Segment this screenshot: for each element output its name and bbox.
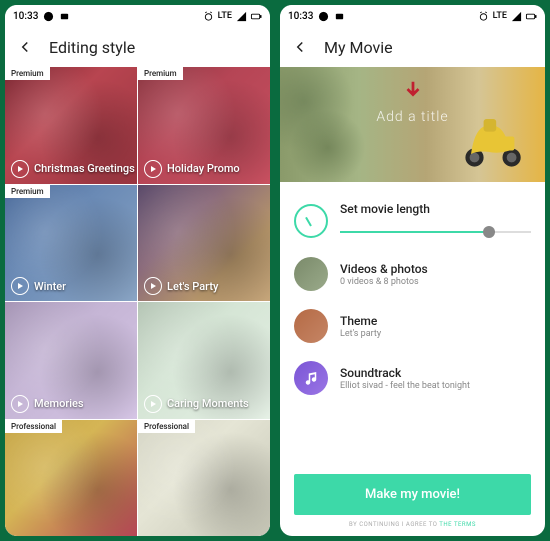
style-tile-winter[interactable]: Premium Winter xyxy=(5,185,137,302)
arrow-down-icon xyxy=(402,79,424,106)
scooter-icon xyxy=(457,99,527,174)
network-label: LTE xyxy=(218,11,232,21)
editing-style-screen: 10:33 LTE Editing style Pre xyxy=(5,5,270,536)
alarm-icon xyxy=(478,10,490,22)
settings-list: Set movie length Videos & photos 0 video… xyxy=(280,182,545,464)
play-icon xyxy=(144,395,162,413)
premium-badge: Premium xyxy=(5,185,50,198)
terms-link[interactable]: THE TERMS xyxy=(439,521,476,528)
chat-icon xyxy=(317,10,329,22)
style-tile-lets-party[interactable]: Let's Party xyxy=(138,185,270,302)
style-tile-professional-2[interactable]: Professional xyxy=(138,420,270,537)
status-bar: 10:33 LTE xyxy=(5,5,270,27)
signal-icon xyxy=(235,10,247,22)
back-button[interactable] xyxy=(290,37,310,57)
play-icon xyxy=(144,160,162,178)
make-movie-button[interactable]: Make my movie! xyxy=(294,474,531,515)
battery-icon xyxy=(250,10,262,22)
style-tile-professional-1[interactable]: Professional xyxy=(5,420,137,537)
movie-length-row[interactable]: Set movie length xyxy=(294,194,531,247)
style-grid: Premium Christmas Greetings Premium Holida… xyxy=(5,67,270,536)
tile-title: Christmas Greetings xyxy=(34,162,135,175)
theme-row[interactable]: Theme Let's party xyxy=(294,301,531,351)
professional-badge: Professional xyxy=(5,420,62,433)
chat-icon xyxy=(42,10,54,22)
network-label: LTE xyxy=(493,11,507,21)
alarm-icon xyxy=(203,10,215,22)
page-title: My Movie xyxy=(324,38,393,57)
app-bar: Editing style xyxy=(5,27,270,67)
soundtrack-row[interactable]: Soundtrack Elliot sivad - feel the beat … xyxy=(294,353,531,403)
style-tile-christmas-greetings[interactable]: Premium Christmas Greetings xyxy=(5,67,137,184)
style-tile-caring-moments[interactable]: Caring Moments xyxy=(138,302,270,419)
tile-title: Holiday Promo xyxy=(167,162,240,175)
media-icon xyxy=(58,10,70,22)
play-icon xyxy=(11,277,29,295)
tile-title: Memories xyxy=(34,397,84,410)
row-subtitle: 0 videos & 8 photos xyxy=(340,277,531,287)
tile-title: Winter xyxy=(34,280,66,293)
hero-preview[interactable]: Add a title xyxy=(280,67,545,182)
play-icon xyxy=(11,395,29,413)
tile-title: Caring Moments xyxy=(167,397,249,410)
row-title: Set movie length xyxy=(340,202,531,216)
media-icon xyxy=(333,10,345,22)
hero-title-overlay: Add a title xyxy=(376,109,448,125)
play-icon xyxy=(11,160,29,178)
play-icon xyxy=(144,277,162,295)
status-time: 10:33 xyxy=(13,11,38,22)
soundtrack-icon xyxy=(294,361,328,395)
terms-text: BY CONTINUING I AGREE TO THE TERMS xyxy=(294,521,531,528)
length-slider[interactable] xyxy=(340,225,531,239)
tile-title: Let's Party xyxy=(167,280,218,293)
premium-badge: Premium xyxy=(5,67,50,80)
premium-badge: Premium xyxy=(138,67,183,80)
professional-badge: Professional xyxy=(138,420,195,433)
app-bar: My Movie xyxy=(280,27,545,67)
my-movie-screen: 10:33 LTE My Movie Add a title xyxy=(280,5,545,536)
row-title: Theme xyxy=(340,314,531,328)
media-thumb-icon xyxy=(294,257,328,291)
style-tile-memories[interactable]: Memories xyxy=(5,302,137,419)
back-button[interactable] xyxy=(15,37,35,57)
style-tile-holiday-promo[interactable]: Premium Holiday Promo xyxy=(138,67,270,184)
row-subtitle: Elliot sivad - feel the beat tonight xyxy=(340,381,531,391)
videos-photos-row[interactable]: Videos & photos 0 videos & 8 photos xyxy=(294,249,531,299)
clock-icon xyxy=(294,204,328,238)
page-title: Editing style xyxy=(49,38,135,57)
signal-icon xyxy=(510,10,522,22)
battery-icon xyxy=(525,10,537,22)
status-bar: 10:33 LTE xyxy=(280,5,545,27)
row-title: Videos & photos xyxy=(340,262,531,276)
row-title: Soundtrack xyxy=(340,366,531,380)
theme-thumb-icon xyxy=(294,309,328,343)
status-time: 10:33 xyxy=(288,11,313,22)
row-subtitle: Let's party xyxy=(340,329,531,339)
